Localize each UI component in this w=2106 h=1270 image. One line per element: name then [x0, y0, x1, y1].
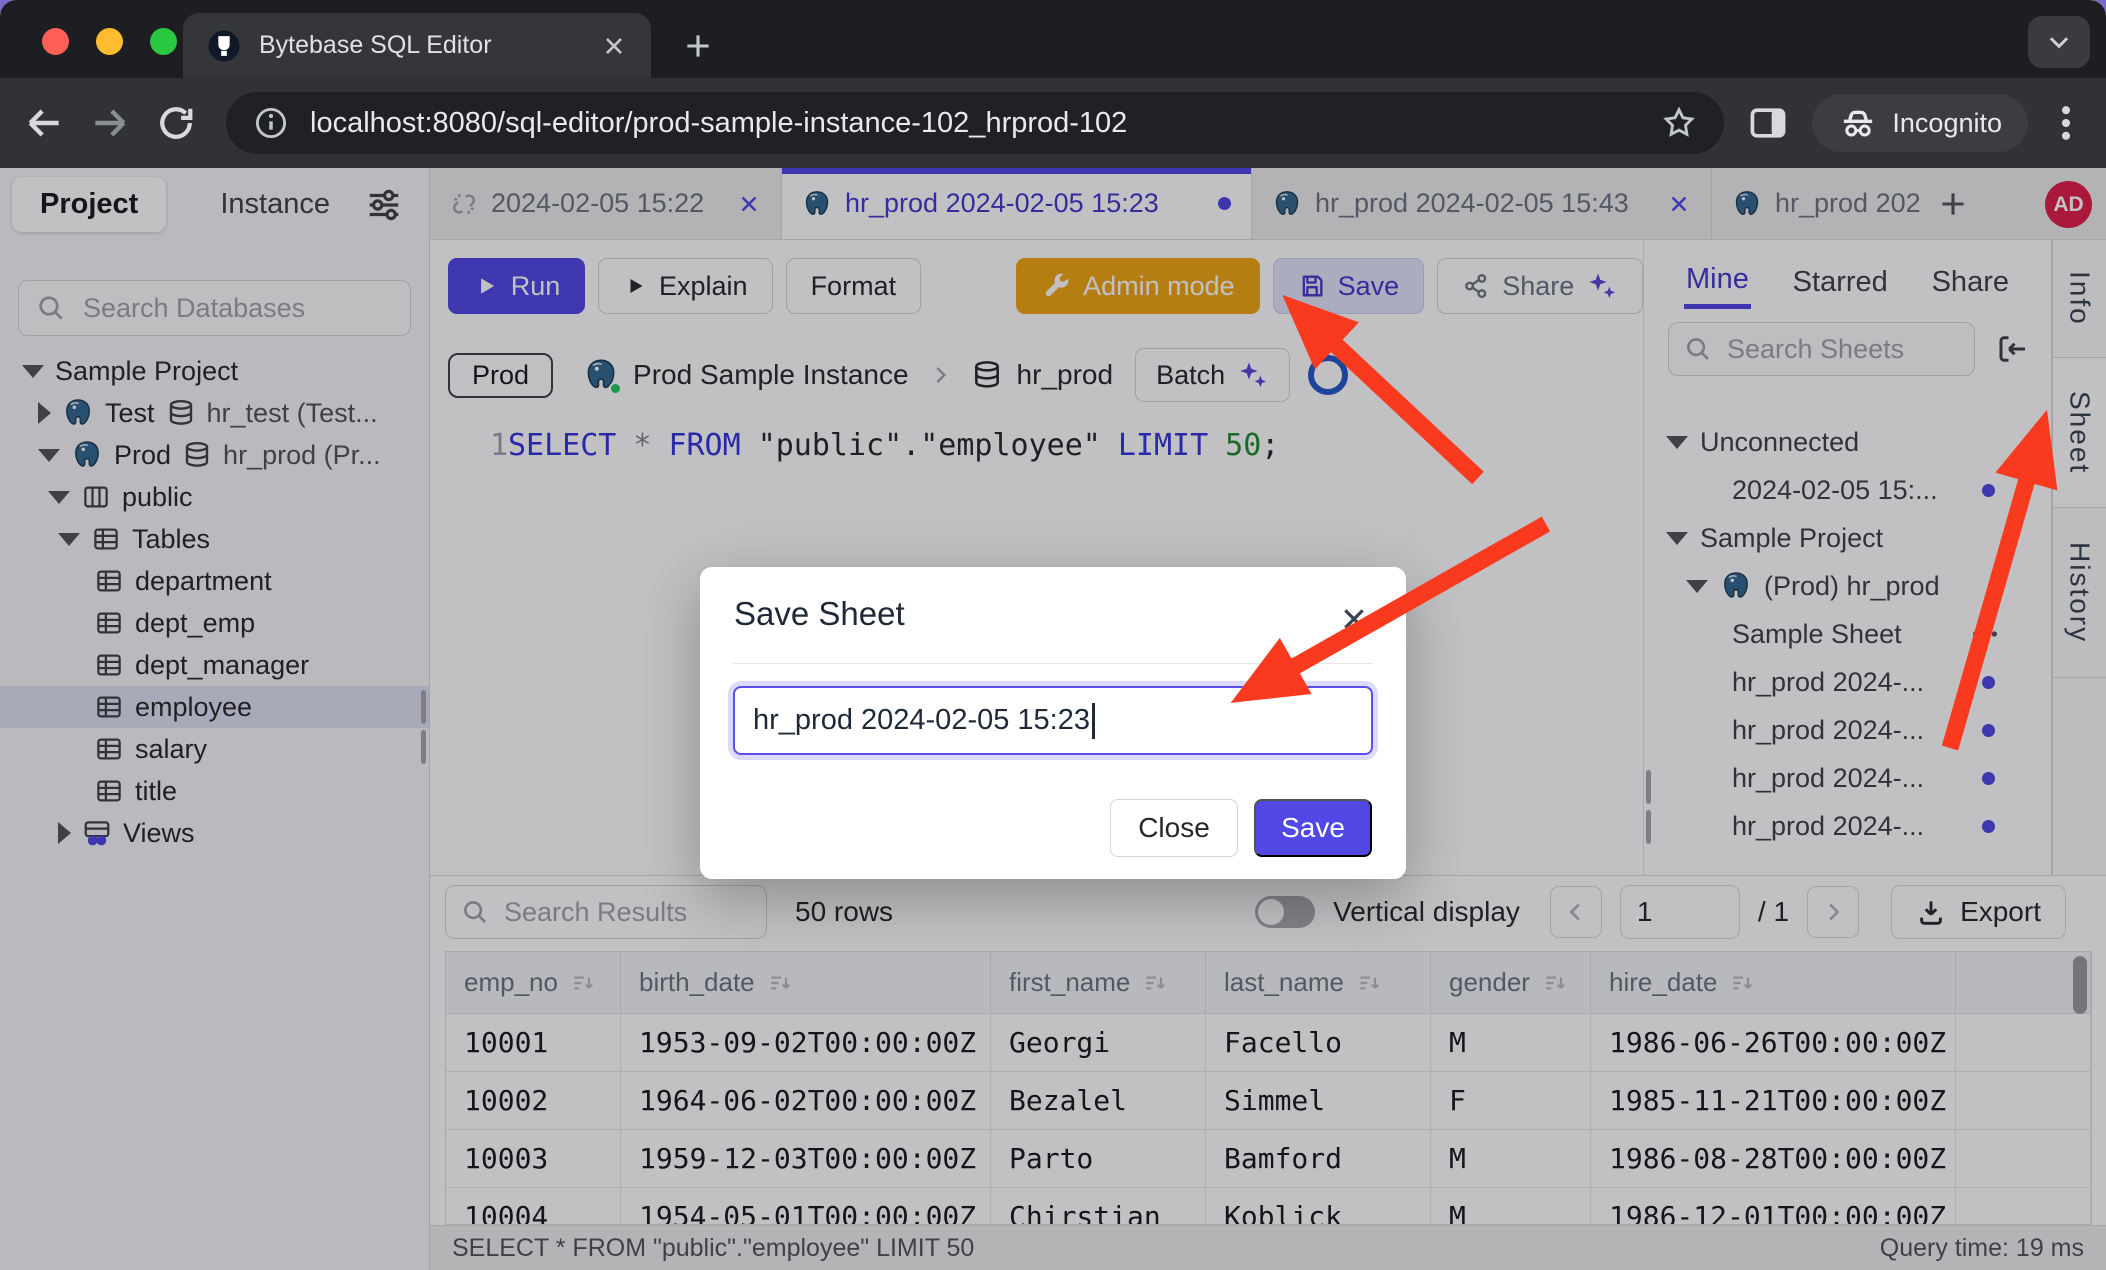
tab-search-button[interactable] — [2028, 16, 2090, 68]
bytebase-favicon-icon — [207, 29, 241, 63]
site-info-icon[interactable] — [252, 104, 290, 142]
save-confirm-button[interactable]: Save — [1254, 799, 1372, 857]
sheet-name-value: hr_prod 2024-02-05 15:23 — [753, 704, 1090, 737]
browser-navbar: localhost:8080/sql-editor/prod-sample-in… — [0, 78, 2106, 168]
forward-icon[interactable] — [88, 101, 132, 145]
incognito-badge: Incognito — [1812, 94, 2028, 152]
dialog-divider — [733, 663, 1373, 664]
chevron-down-icon — [2044, 27, 2074, 57]
new-tab-button[interactable] — [676, 24, 720, 68]
save-sheet-dialog: Save Sheet hr_prod 2024-02-05 15:23 Clos… — [700, 567, 1406, 879]
text-cursor — [1092, 703, 1095, 739]
minimize-window-button[interactable] — [96, 28, 123, 55]
dialog-title: Save Sheet — [734, 595, 1372, 633]
incognito-label: Incognito — [1892, 108, 2002, 139]
window-controls — [42, 28, 177, 55]
bookmark-star-icon[interactable] — [1660, 104, 1698, 142]
plus-icon — [681, 29, 715, 63]
close-button[interactable]: Close — [1110, 799, 1238, 857]
browser-window: Bytebase SQL Editor localhost:8080/sql-e… — [0, 0, 2106, 1270]
browser-menu-icon[interactable] — [2044, 101, 2088, 145]
back-icon[interactable] — [22, 101, 66, 145]
incognito-icon — [1838, 103, 1878, 143]
url-text: localhost:8080/sql-editor/prod-sample-in… — [310, 107, 1640, 140]
dialog-buttons: Close Save — [1110, 799, 1372, 857]
maximize-window-button[interactable] — [150, 28, 177, 55]
address-bar[interactable]: localhost:8080/sql-editor/prod-sample-in… — [226, 92, 1724, 154]
reload-icon[interactable] — [154, 101, 198, 145]
browser-tab-title: Bytebase SQL Editor — [259, 31, 583, 60]
side-panel-icon[interactable] — [1746, 101, 1790, 145]
browser-tab[interactable]: Bytebase SQL Editor — [183, 13, 651, 78]
sheet-name-input[interactable]: hr_prod 2024-02-05 15:23 — [733, 686, 1373, 755]
close-dialog-icon[interactable] — [1338, 603, 1370, 635]
browser-chrome: Bytebase SQL Editor localhost:8080/sql-e… — [0, 0, 2106, 168]
close-tab-icon[interactable] — [601, 33, 627, 59]
close-window-button[interactable] — [42, 28, 69, 55]
